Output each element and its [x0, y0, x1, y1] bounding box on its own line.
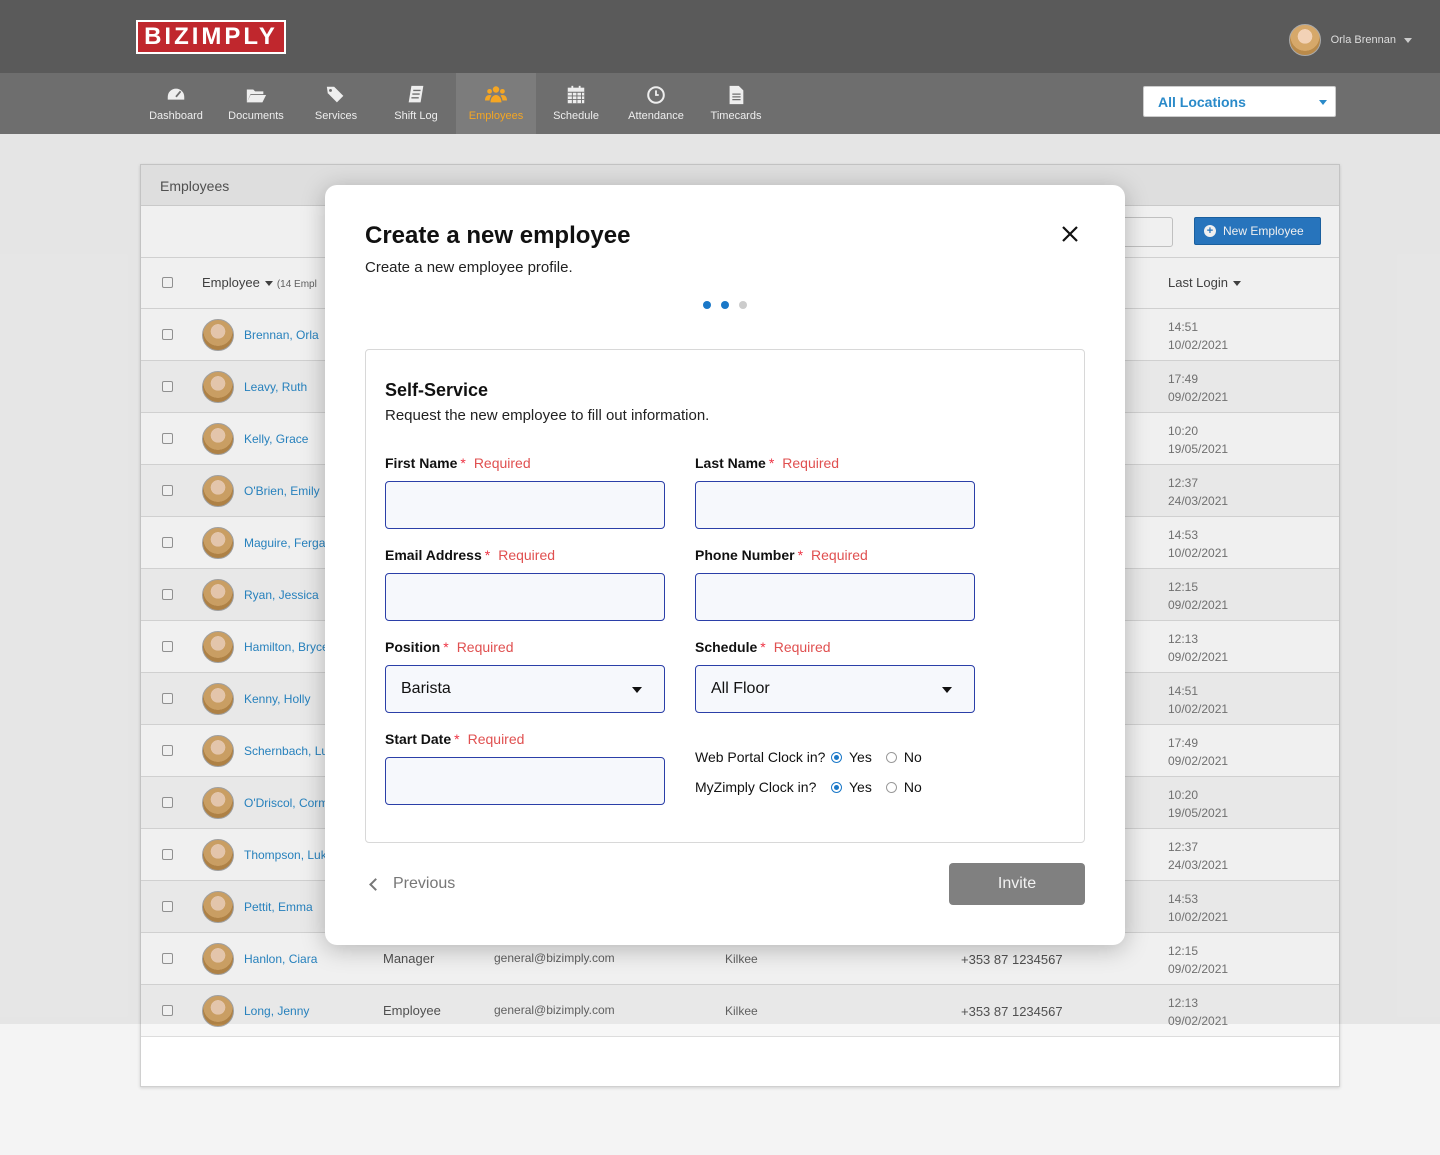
last-name-input[interactable] [695, 481, 975, 529]
calendar-icon [536, 84, 616, 106]
myzimply-clock-in-group: MyZimply Clock in? Yes No [695, 779, 922, 795]
first-name-field: First Name * Required [385, 455, 665, 529]
step-dot [739, 301, 747, 309]
nav-employees[interactable]: Employees [456, 73, 536, 134]
caret-down-icon [942, 687, 952, 693]
close-icon[interactable] [1061, 225, 1079, 243]
folder-icon [216, 84, 296, 106]
user-menu[interactable]: Orla Brennan [1288, 24, 1412, 56]
notebook-icon [376, 84, 456, 106]
top-header: BIZIMPLY Orla Brennan [0, 0, 1440, 73]
section-title: Self-Service [385, 380, 489, 400]
clock-icon [616, 84, 696, 106]
previous-button[interactable]: Previous [369, 875, 455, 893]
nav-shift-log[interactable]: Shift Log [376, 73, 456, 134]
position-select[interactable]: Barista [385, 665, 665, 713]
nav-services[interactable]: Services [296, 73, 376, 134]
email-input[interactable] [385, 573, 665, 621]
chevron-down-icon [1404, 37, 1412, 43]
schedule-select[interactable]: All Floor [695, 665, 975, 713]
position-field: Position * Required Barista [385, 639, 665, 713]
phone-input[interactable] [695, 573, 975, 621]
first-name-input[interactable] [385, 481, 665, 529]
step-dot [721, 301, 729, 309]
nav-dashboard[interactable]: Dashboard [136, 73, 216, 134]
modal-subtitle: Create a new employee profile. [365, 259, 573, 276]
step-indicator [703, 301, 757, 309]
start-date-field: Start Date * Required [385, 731, 665, 805]
email-field: Email Address * Required [385, 547, 665, 621]
location-select[interactable]: All Locations [1143, 86, 1336, 117]
user-avatar [1288, 24, 1321, 56]
caret-down-icon [632, 687, 642, 693]
schedule-field: Schedule * Required All Floor [695, 639, 975, 713]
users-icon [456, 84, 536, 106]
main-nav: Dashboard Documents Services Shift Log E… [0, 73, 1440, 134]
location-select-value: All Locations [1158, 94, 1246, 110]
nav-timecards[interactable]: Timecards [696, 73, 776, 134]
step-dot [703, 301, 711, 309]
section-subtitle: Request the new employee to fill out inf… [385, 407, 710, 424]
tags-icon [296, 84, 376, 106]
web-clock-yes-radio[interactable]: Yes [831, 749, 872, 765]
create-employee-modal: Create a new employee Create a new emplo… [325, 185, 1125, 945]
nav-attendance[interactable]: Attendance [616, 73, 696, 134]
last-name-field: Last Name * Required [695, 455, 975, 529]
web-clock-no-radio[interactable]: No [885, 749, 922, 765]
file-icon [696, 84, 776, 106]
phone-field: Phone Number * Required [695, 547, 975, 621]
web-portal-clock-in-group: Web Portal Clock in? Yes No [695, 749, 922, 765]
self-service-card: Self-Service Request the new employee to… [365, 349, 1085, 843]
dashboard-icon [136, 84, 216, 106]
chevron-down-icon [1319, 100, 1327, 105]
chevron-left-icon [369, 877, 382, 891]
nav-documents[interactable]: Documents [216, 73, 296, 134]
bizimply-logo[interactable]: BIZIMPLY [136, 20, 286, 54]
start-date-input[interactable] [385, 757, 665, 805]
user-name: Orla Brennan [1330, 34, 1396, 46]
invite-button[interactable]: Invite [949, 863, 1085, 905]
nav-schedule[interactable]: Schedule [536, 73, 616, 134]
my-clock-no-radio[interactable]: No [885, 779, 922, 795]
my-clock-yes-radio[interactable]: Yes [831, 779, 872, 795]
modal-title: Create a new employee [365, 222, 631, 249]
